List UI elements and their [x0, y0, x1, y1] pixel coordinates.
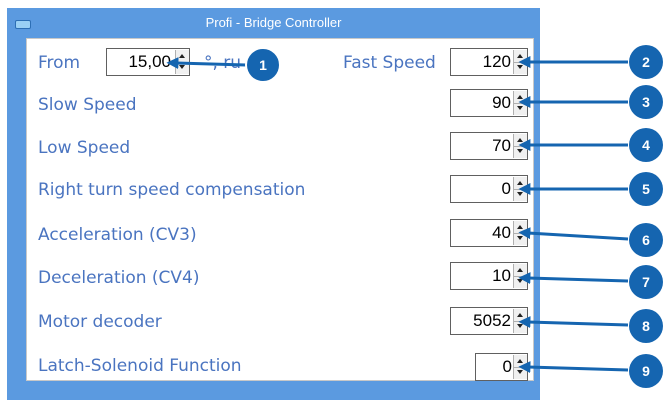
callout-number-5: 5 [642, 181, 650, 197]
callout-arrow-1 [166, 57, 247, 70]
callout-number-4: 4 [642, 137, 650, 153]
callout-number-1: 1 [259, 57, 267, 73]
callout-overlay: 1 2 3 4 5 6 7 8 9 [166, 45, 663, 388]
callout-number-2: 2 [642, 54, 650, 70]
callout-arrow-7 [518, 272, 629, 285]
callout-number-8: 8 [642, 318, 650, 334]
callout-arrow-6 [518, 227, 629, 241]
callout-number-6: 6 [642, 232, 650, 248]
callout-arrow-9 [518, 361, 629, 374]
callout-arrow-8 [518, 316, 629, 329]
callout-number-7: 7 [642, 274, 650, 290]
callout-number-3: 3 [642, 94, 650, 110]
callout-number-9: 9 [642, 363, 650, 379]
